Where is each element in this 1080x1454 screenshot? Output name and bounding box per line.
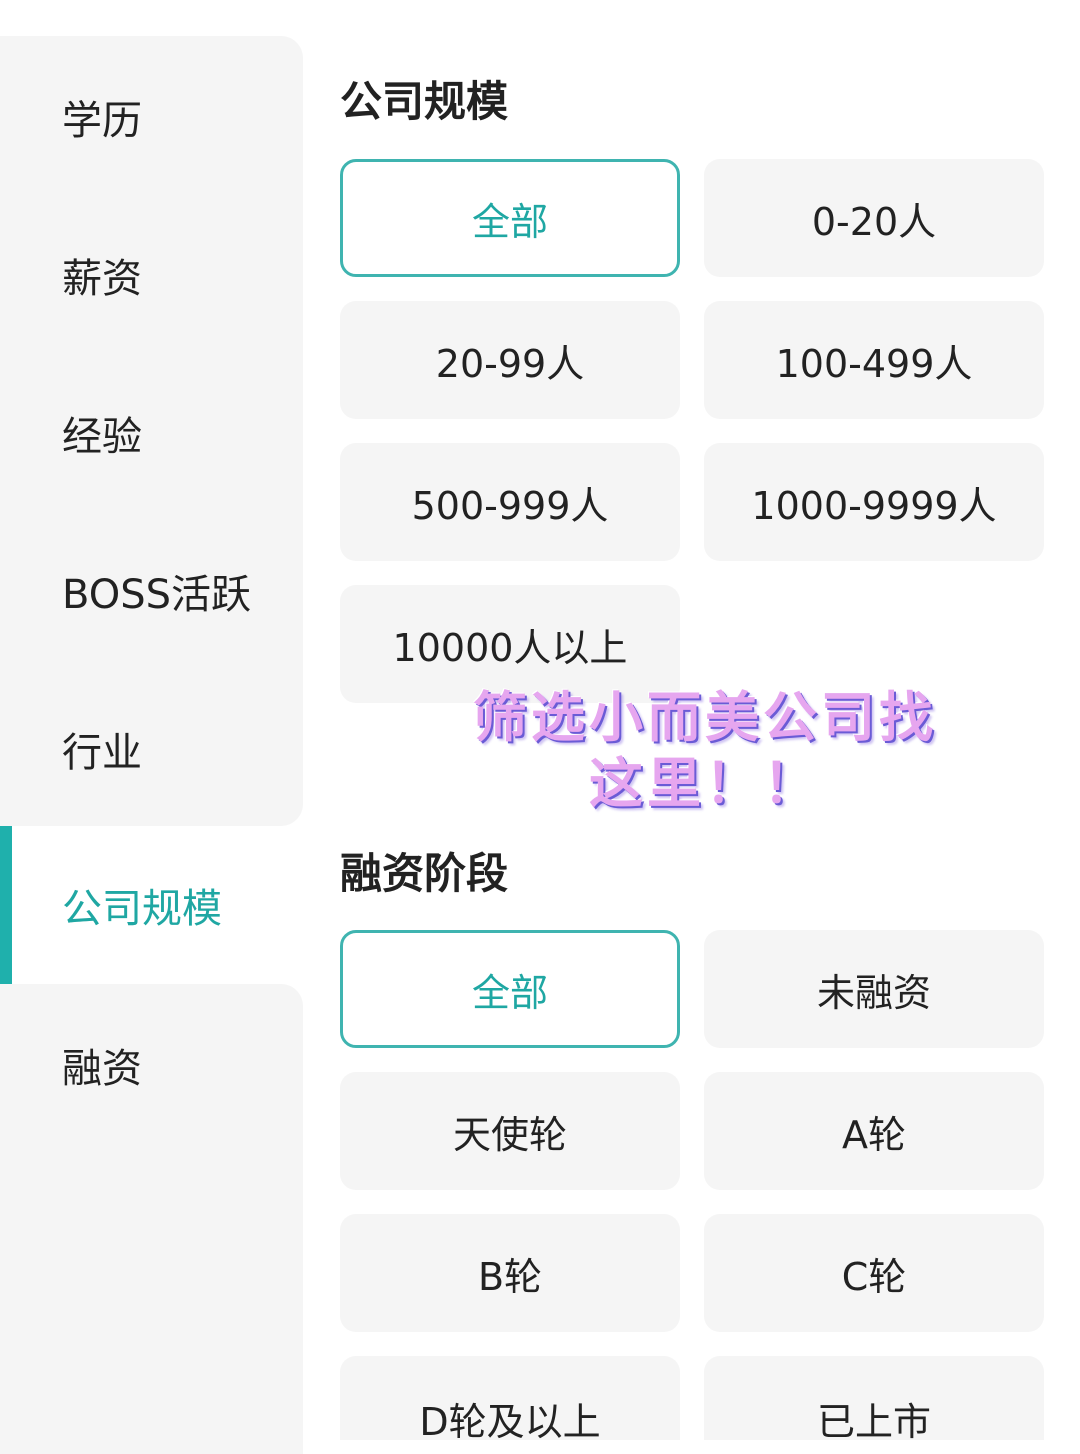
option-label: 100-499人 bbox=[775, 341, 973, 386]
option-financing-d-plus[interactable]: D轮及以上 bbox=[340, 1356, 680, 1444]
overlay-line-1: 筛选小而美公司找 bbox=[473, 685, 937, 749]
option-financing-all[interactable]: 全部 bbox=[340, 930, 680, 1048]
option-label: 天使轮 bbox=[452, 1112, 567, 1157]
section-title-financing: 融资阶段 bbox=[340, 849, 509, 898]
option-label: 已上市 bbox=[816, 1399, 931, 1444]
option-label: 全部 bbox=[471, 970, 548, 1015]
option-financing-none[interactable]: 未融资 bbox=[704, 930, 1044, 1048]
option-label: 20-99人 bbox=[435, 341, 585, 386]
overlay-annotation: 筛选小而美公司找 这里！！ bbox=[440, 684, 970, 816]
option-label: C轮 bbox=[841, 1254, 907, 1299]
sidebar-item-experience[interactable]: 经验 bbox=[0, 354, 303, 512]
option-label: 未融资 bbox=[816, 970, 931, 1015]
sidebar-active-indicator bbox=[0, 826, 12, 984]
sidebar-item-company-size[interactable]: 公司规模 bbox=[0, 826, 303, 984]
sidebar-item-boss-active[interactable]: BOSS活跃 bbox=[0, 512, 303, 670]
option-size-100-499[interactable]: 100-499人 bbox=[704, 301, 1044, 419]
sidebar-item-label: BOSS活跃 bbox=[62, 572, 252, 618]
option-label: A轮 bbox=[842, 1112, 906, 1157]
sidebar-item-label: 公司规模 bbox=[62, 886, 222, 932]
sidebar-item-label: 学历 bbox=[62, 98, 142, 144]
option-financing-b[interactable]: B轮 bbox=[340, 1214, 680, 1332]
option-label: D轮及以上 bbox=[419, 1399, 601, 1444]
option-size-20-99[interactable]: 20-99人 bbox=[340, 301, 680, 419]
sidebar-item-label: 行业 bbox=[62, 730, 142, 776]
option-label: 全部 bbox=[471, 199, 548, 244]
sidebar-item-label: 融资 bbox=[62, 1046, 142, 1092]
sidebar-item-salary[interactable]: 薪资 bbox=[0, 196, 303, 354]
sidebar-item-industry[interactable]: 行业 bbox=[0, 670, 303, 828]
option-label: 0-20人 bbox=[811, 199, 937, 244]
option-size-1000-9999[interactable]: 1000-9999人 bbox=[704, 443, 1044, 561]
option-label: B轮 bbox=[477, 1254, 543, 1299]
option-financing-c[interactable]: C轮 bbox=[704, 1214, 1044, 1332]
overlay-line-2: 这里！！ bbox=[589, 751, 821, 815]
option-size-all[interactable]: 全部 bbox=[340, 159, 680, 277]
sidebar-item-financing[interactable]: 融资 bbox=[0, 986, 303, 1144]
sidebar-item-label: 薪资 bbox=[62, 256, 142, 302]
option-size-0-20[interactable]: 0-20人 bbox=[704, 159, 1044, 277]
option-label: 500-999人 bbox=[411, 483, 609, 528]
option-financing-listed[interactable]: 已上市 bbox=[704, 1356, 1044, 1444]
option-label: 1000-9999人 bbox=[751, 483, 997, 528]
option-financing-angel[interactable]: 天使轮 bbox=[340, 1072, 680, 1190]
option-label: 10000人以上 bbox=[392, 625, 628, 670]
section-title-company-size: 公司规模 bbox=[340, 77, 509, 126]
sidebar-item-education[interactable]: 学历 bbox=[0, 38, 303, 196]
option-financing-a[interactable]: A轮 bbox=[704, 1072, 1044, 1190]
option-size-500-999[interactable]: 500-999人 bbox=[340, 443, 680, 561]
sidebar-item-label: 经验 bbox=[62, 414, 142, 460]
